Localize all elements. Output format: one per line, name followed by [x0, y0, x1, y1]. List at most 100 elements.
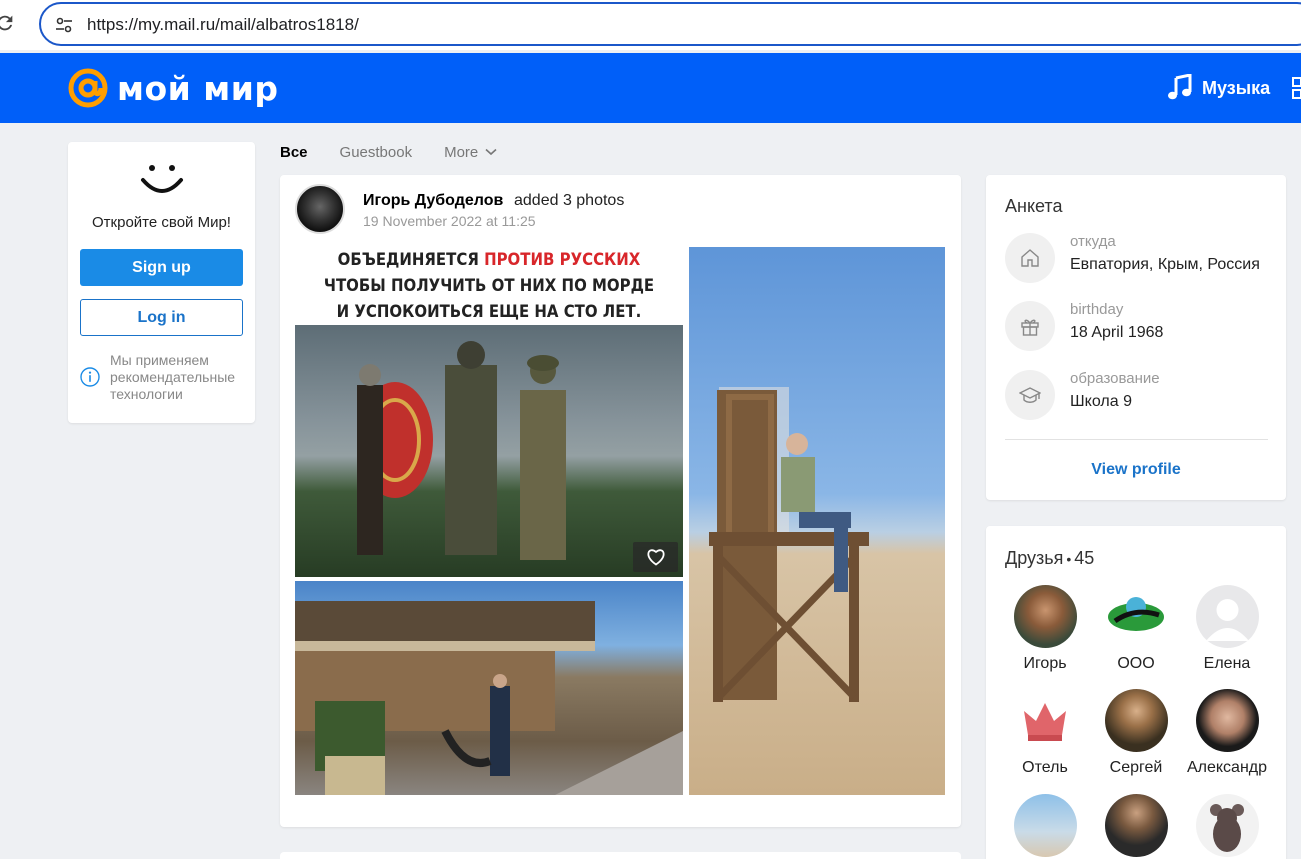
- music-note-icon: [1168, 74, 1192, 100]
- separator-dot: •: [1066, 550, 1072, 567]
- tab-more[interactable]: More: [444, 144, 497, 161]
- friend-avatar: [1196, 585, 1259, 648]
- friend-item[interactable]: [1004, 794, 1086, 859]
- friend-avatar: [1014, 689, 1077, 752]
- signup-card: Откройте свой Мир! Sign up Log in Мы при…: [68, 142, 255, 423]
- crown-image: [1024, 703, 1066, 741]
- friend-avatar: [1105, 585, 1168, 648]
- post-photo-building[interactable]: [295, 581, 683, 795]
- chevron-down-icon: [485, 148, 497, 156]
- friend-avatar: [1196, 794, 1259, 857]
- row-value: Школа 9: [1070, 393, 1132, 410]
- friend-item[interactable]: Елена: [1186, 585, 1268, 685]
- gift-icon: [1021, 319, 1039, 336]
- home-icon: [1021, 249, 1039, 267]
- address-bar[interactable]: https://my.mail.ru/mail/albatros1818/: [39, 2, 1301, 46]
- row-icon-wrap: [1005, 301, 1055, 351]
- feed-tabs: Все Guestbook More: [280, 142, 529, 162]
- row-label: birthday: [1070, 301, 1124, 318]
- friends-count: 45: [1074, 548, 1095, 568]
- at-sign-icon: [68, 68, 108, 108]
- like-button[interactable]: [633, 542, 678, 572]
- friend-item[interactable]: Отель: [1004, 689, 1086, 789]
- post-action-text: added 3 photos: [514, 192, 625, 209]
- friend-avatar: [1105, 794, 1168, 857]
- ooo-logo-image: [1108, 597, 1164, 631]
- browser-toolbar: https://my.mail.ru/mail/albatros1818/: [0, 0, 1301, 50]
- post-photo-beach-chair[interactable]: [689, 247, 945, 795]
- friend-avatar: [1105, 689, 1168, 752]
- profile-divider: [1005, 439, 1268, 440]
- view-profile-link[interactable]: View profile: [986, 461, 1286, 479]
- post-author-name[interactable]: Игорь Дубоделов: [363, 192, 503, 210]
- soldiers-photo: [295, 325, 683, 577]
- profile-card: Анкета откуда Евпатория, Крым, Россия bi…: [986, 175, 1286, 500]
- tab-guestbook[interactable]: Guestbook: [340, 144, 413, 161]
- tab-all-label: Все: [280, 143, 308, 161]
- friend-name: ООО: [1117, 655, 1155, 672]
- login-button[interactable]: Log in: [80, 299, 243, 336]
- info-icon[interactable]: [80, 367, 100, 387]
- site-logo[interactable]: мой мир: [67, 67, 278, 109]
- logo-text: мой мир: [117, 68, 279, 108]
- apps-grid-icon[interactable]: [1292, 77, 1301, 99]
- post-photo-poster[interactable]: ОБЪЕДИНЯЕТСЯ ПРОТИВ РУССКИХ ЧТОБЫ ПОЛУЧИ…: [295, 247, 683, 577]
- default-avatar-icon: [1206, 599, 1249, 641]
- friend-name: Игорь: [1023, 655, 1067, 672]
- row-icon-wrap: [1005, 233, 1055, 283]
- friend-item[interactable]: [1095, 794, 1177, 859]
- friend-avatar: [1196, 689, 1259, 752]
- friend-item[interactable]: Александр: [1186, 689, 1268, 789]
- tab-all[interactable]: Все: [280, 144, 308, 161]
- friend-item[interactable]: Игорь: [1004, 585, 1086, 685]
- heart-icon: [647, 549, 664, 566]
- row-label: откуда: [1070, 233, 1116, 250]
- feed-post: Игорь Дубоделов added 3 photos 19 Novemb…: [280, 175, 961, 827]
- friend-avatar: [1014, 585, 1077, 648]
- music-label: Музыка: [1202, 77, 1271, 98]
- building-illustration: [295, 601, 683, 795]
- poster-line2: ЧТОБЫ ПОЛУЧИТЬ ОТ НИХ ПО МОРДЕ: [323, 276, 655, 296]
- friend-name: Сергей: [1109, 759, 1163, 776]
- friends-card: Друзья • 45 Игорь ООО Елена Отель Сергей…: [986, 526, 1286, 859]
- post-author-avatar[interactable]: [295, 184, 345, 234]
- profile-row-birthday: birthday 18 April 1968: [1005, 301, 1285, 353]
- recommendation-notice: Мы применяем рекомендательные технологии: [110, 352, 236, 402]
- friends-title: Друзья: [1005, 548, 1064, 568]
- row-value: Евпатория, Крым, Россия: [1070, 256, 1260, 273]
- graduation-cap-icon: [1019, 387, 1041, 403]
- friend-avatar: [1014, 794, 1077, 857]
- friend-item[interactable]: ООО: [1095, 585, 1177, 685]
- soldiers-illustration: [357, 341, 566, 560]
- site-settings-icon[interactable]: [55, 16, 73, 34]
- tab-more-label: More: [444, 143, 479, 161]
- post-date[interactable]: 19 November 2022 at 11:25: [363, 213, 536, 229]
- row-icon-wrap: [1005, 370, 1055, 420]
- profile-title: Анкета: [1005, 196, 1063, 216]
- poster-line3: И УСПОКОИТЬСЯ ЕЩЕ НА СТО ЛЕТ.: [336, 302, 642, 322]
- friends-header[interactable]: Друзья • 45: [1005, 548, 1094, 569]
- signup-button[interactable]: Sign up: [80, 249, 243, 286]
- site-header: мой мир Музыка: [0, 53, 1301, 123]
- poster-caption: ОБЪЕДИНЯЕТСЯ ПРОТИВ РУССКИХ ЧТОБЫ ПОЛУЧИ…: [318, 247, 659, 325]
- poster-line1-a: ОБЪЕДИНЯЕТСЯ: [337, 250, 485, 270]
- music-link[interactable]: Музыка: [1166, 74, 1270, 102]
- profile-row-education: образование Школа 9: [1005, 370, 1285, 422]
- friend-item[interactable]: Сергей: [1095, 689, 1177, 789]
- profile-row-location: откуда Евпатория, Крым, Россия: [1005, 233, 1285, 285]
- friend-name: Отель: [1022, 759, 1068, 776]
- tab-guestbook-label: Guestbook: [339, 143, 413, 161]
- reload-icon[interactable]: [0, 12, 16, 34]
- rat-image: [1210, 804, 1244, 852]
- friend-item[interactable]: [1186, 794, 1268, 859]
- beach-chair-illustration: [709, 387, 869, 702]
- friend-name: Елена: [1203, 655, 1251, 672]
- row-value: 18 April 1968: [1070, 324, 1164, 341]
- poster-line1-b: ПРОТИВ РУССКИХ: [484, 250, 641, 270]
- friend-name: Александр: [1186, 759, 1268, 776]
- smile-icon: [141, 165, 183, 193]
- row-label: образование: [1070, 370, 1160, 387]
- url-text: https://my.mail.ru/mail/albatros1818/: [87, 15, 359, 34]
- open-world-prompt: Откройте свой Мир!: [92, 214, 231, 231]
- next-post-card: [280, 852, 961, 859]
